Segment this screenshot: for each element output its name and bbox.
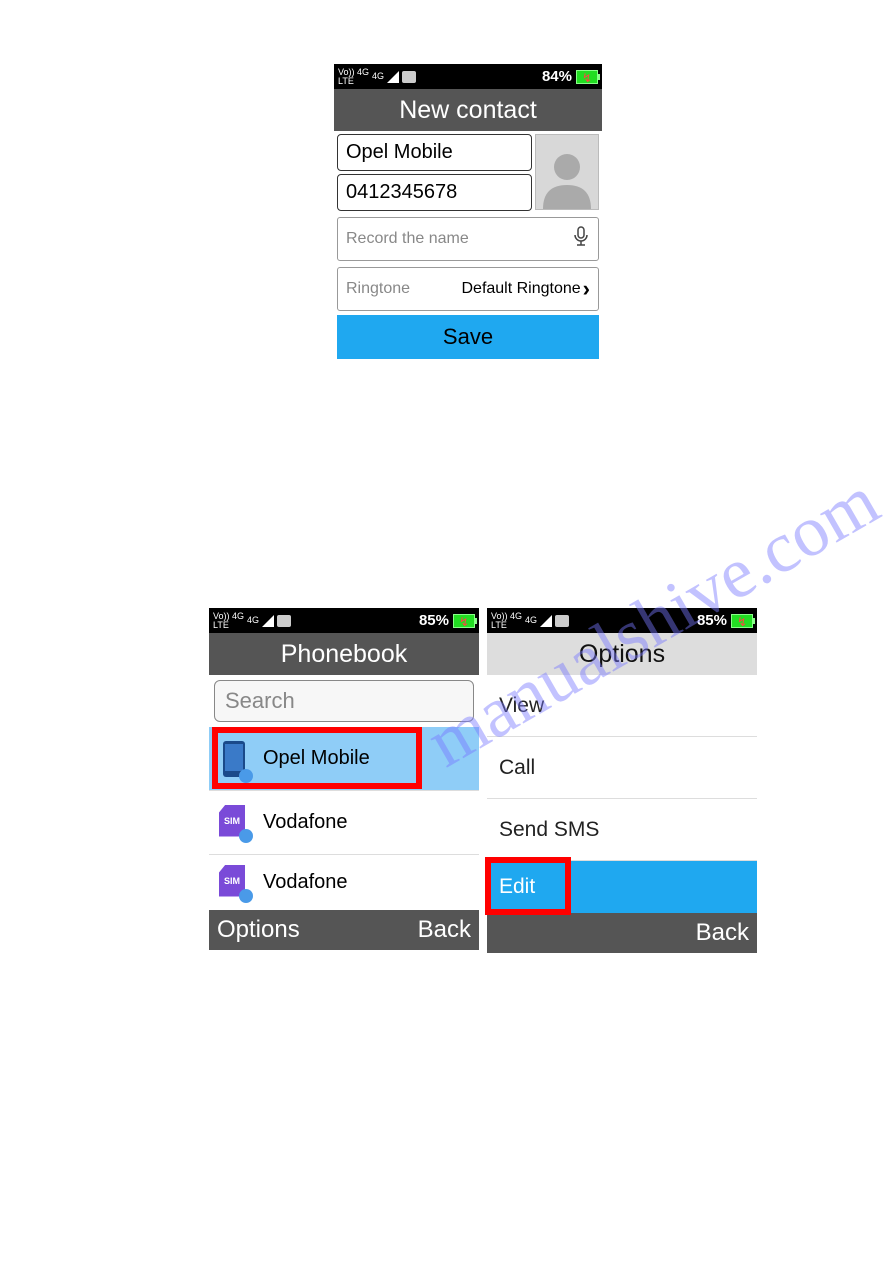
screen-phonebook: Vo)) 4GLTE 4G 85% ↯ Phonebook Search Ope…	[209, 608, 479, 974]
signal-4g-label: 4G	[247, 616, 259, 625]
contact-number-input[interactable]: 0412345678	[337, 174, 532, 211]
signal-4g-label: 4G	[372, 72, 384, 81]
sim-storage-icon: SIM	[219, 865, 249, 901]
save-button[interactable]: Save	[337, 315, 599, 359]
page-title: Options	[487, 633, 757, 675]
search-input[interactable]: Search	[214, 680, 474, 722]
sim-storage-icon: SIM	[219, 805, 249, 841]
record-name-row[interactable]: Record the name	[337, 217, 599, 261]
contact-name-input[interactable]: Opel Mobile	[337, 134, 532, 171]
signal-icon	[262, 615, 274, 627]
option-view[interactable]: View	[487, 675, 757, 737]
battery-percent: 85%	[419, 612, 449, 629]
battery-icon: ↯	[453, 614, 475, 628]
chevron-right-icon: ›	[583, 276, 590, 302]
contact-row-vodafone-1[interactable]: SIM Vodafone	[209, 791, 479, 855]
network-label: Vo)) 4GLTE	[338, 68, 369, 86]
option-edit[interactable]: Edit	[487, 861, 757, 913]
gallery-icon	[402, 71, 416, 83]
contact-name-label: Vodafone	[263, 811, 348, 834]
battery-icon: ↯	[731, 614, 753, 628]
record-name-placeholder: Record the name	[346, 230, 469, 248]
contact-name-label: Vodafone	[263, 871, 348, 894]
screen-new-contact: Vo)) 4GLTE 4G 84% ↯ New contact Opel Mob…	[334, 64, 602, 384]
gallery-icon	[277, 615, 291, 627]
phone-storage-icon	[219, 737, 249, 781]
battery-percent: 85%	[697, 612, 727, 629]
network-label: Vo)) 4GLTE	[491, 612, 522, 630]
status-bar: Vo)) 4GLTE 4G 85% ↯	[209, 608, 479, 633]
network-label: Vo)) 4GLTE	[213, 612, 244, 630]
screen-options: Vo)) 4GLTE 4G 85% ↯ Options View Call Se…	[487, 608, 757, 974]
contact-row-opel[interactable]: Opel Mobile	[209, 727, 479, 791]
contact-photo[interactable]	[535, 134, 599, 210]
status-bar: Vo)) 4GLTE 4G 84% ↯	[334, 64, 602, 89]
gallery-icon	[555, 615, 569, 627]
signal-4g-label: 4G	[525, 616, 537, 625]
ringtone-value: Default Ringtone	[428, 280, 581, 298]
page-title: New contact	[334, 89, 602, 131]
softkey-right[interactable]: Back	[696, 919, 749, 947]
contact-row-vodafone-2[interactable]: SIM Vodafone	[209, 855, 479, 910]
softkeys-bar: Back	[487, 913, 757, 953]
softkey-left[interactable]: Options	[217, 916, 300, 944]
softkeys-bar: Options Back	[209, 910, 479, 950]
ringtone-label: Ringtone	[346, 280, 410, 298]
option-send-sms[interactable]: Send SMS	[487, 799, 757, 861]
ringtone-row[interactable]: Ringtone Default Ringtone ›	[337, 267, 599, 311]
contact-name-label: Opel Mobile	[263, 747, 370, 770]
battery-percent: 84%	[542, 68, 572, 85]
page-title: Phonebook	[209, 633, 479, 675]
softkey-right[interactable]: Back	[418, 916, 471, 944]
mic-icon	[572, 226, 590, 252]
signal-icon	[540, 615, 552, 627]
signal-icon	[387, 71, 399, 83]
status-bar: Vo)) 4GLTE 4G 85% ↯	[487, 608, 757, 633]
battery-icon: ↯	[576, 70, 598, 84]
option-call[interactable]: Call	[487, 737, 757, 799]
